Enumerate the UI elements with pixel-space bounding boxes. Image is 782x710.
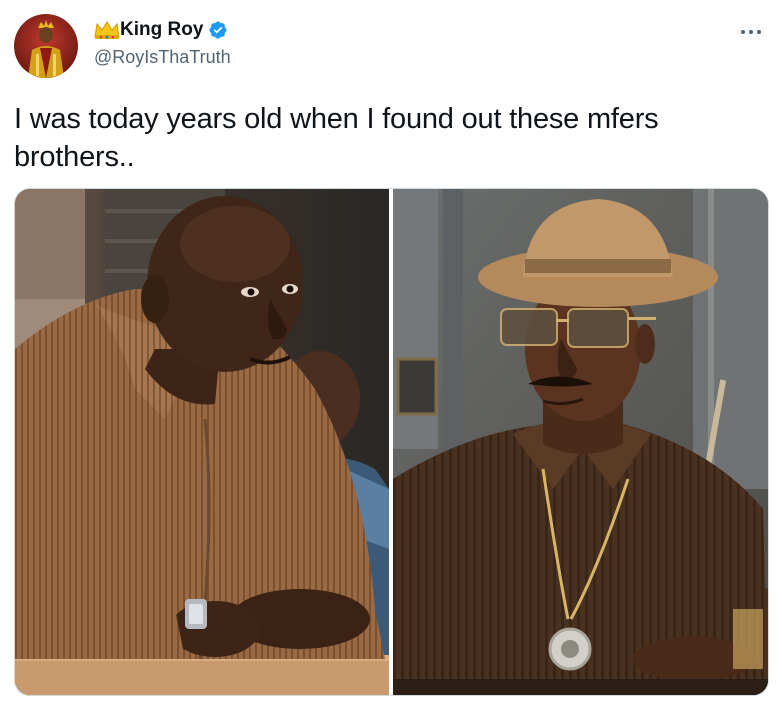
tweet: King Roy @RoyIsThaTruth I was today year… xyxy=(0,0,782,710)
name-row: King Roy xyxy=(94,16,228,44)
media-grid xyxy=(14,188,769,696)
tweet-text: I was today years old when I found out t… xyxy=(14,103,659,173)
crown-emoji-icon xyxy=(94,21,120,39)
verified-badge-icon xyxy=(209,21,227,39)
display-name[interactable]: King Roy xyxy=(120,19,203,41)
photo-right[interactable] xyxy=(393,189,768,695)
user-handle[interactable]: @RoyIsThaTruth xyxy=(94,47,231,68)
avatar[interactable] xyxy=(14,14,78,78)
more-options-icon[interactable] xyxy=(738,22,764,42)
photo-left[interactable] xyxy=(15,189,389,695)
